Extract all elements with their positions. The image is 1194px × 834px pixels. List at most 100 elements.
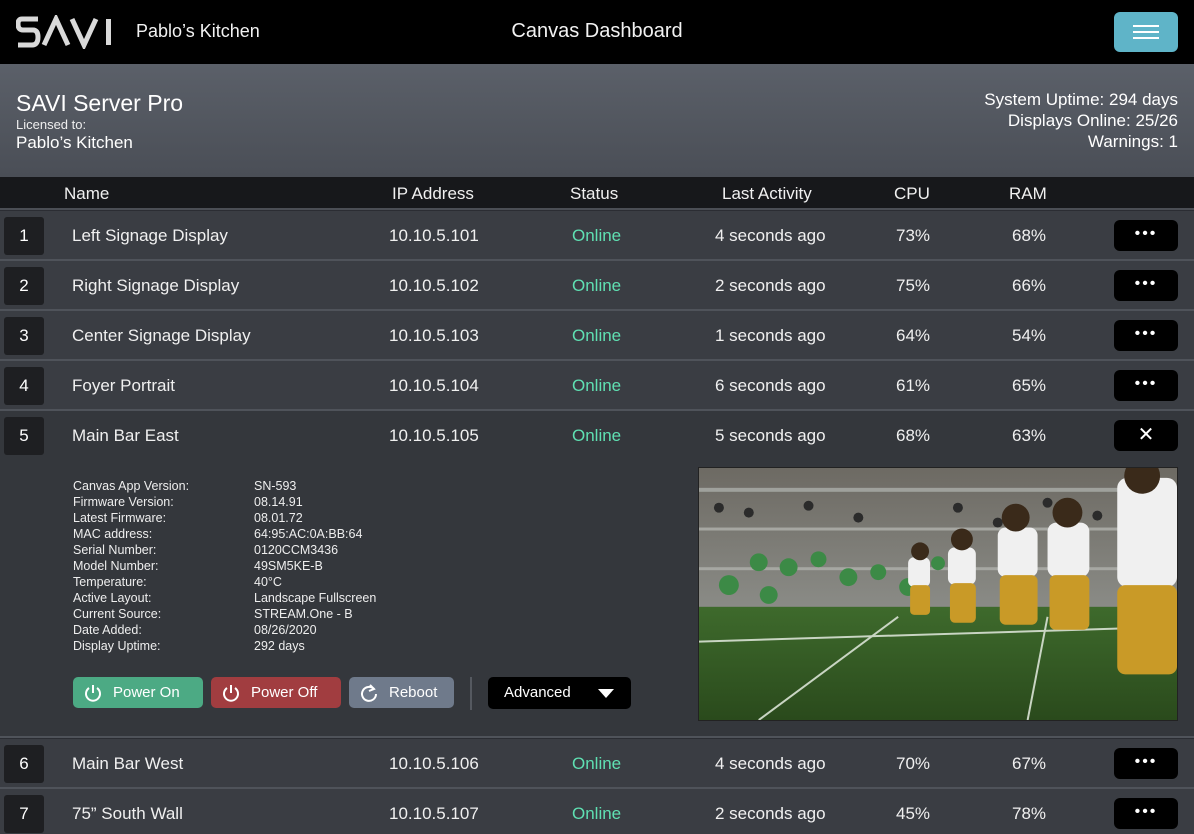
cpu-usage: 75%	[896, 276, 931, 295]
detail-label: Firmware Version:	[73, 495, 174, 509]
ip-address: 10.10.5.106	[389, 754, 479, 773]
detail-label: Date Added:	[73, 623, 142, 637]
ram-usage: 54%	[1012, 326, 1047, 345]
power-off-button[interactable]: Power Off	[211, 677, 341, 708]
more-options-button[interactable]: •••	[1114, 220, 1178, 251]
more-options-button[interactable]: •••	[1114, 748, 1178, 779]
hamburger-icon-line	[1133, 37, 1159, 39]
advanced-dropdown[interactable]: Advanced	[488, 677, 631, 709]
detail-label: Display Uptime:	[73, 639, 161, 653]
ip-address: 10.10.5.102	[389, 276, 479, 295]
row-number: 7	[4, 795, 44, 833]
cpu-usage: 70%	[896, 754, 931, 773]
power-on-label: Power On	[113, 684, 180, 701]
system-stats: System Uptime: 294 days Displays Online:…	[984, 89, 1178, 152]
warnings-count: Warnings: 1	[1087, 132, 1178, 151]
server-summary: SAVI Server Pro Licensed to: Pablo’s Kit…	[0, 64, 1194, 177]
advanced-label: Advanced	[504, 684, 571, 701]
last-activity: 4 seconds ago	[715, 754, 826, 773]
detail-label: MAC address:	[73, 527, 153, 541]
page-title: Canvas Dashboard	[511, 20, 683, 42]
table-row[interactable]: 3 Center Signage Display 10.10.5.103 Onl…	[0, 311, 1194, 361]
ip-address: 10.10.5.103	[389, 326, 479, 345]
status-text: Online	[572, 754, 622, 773]
ram-usage: 67%	[1012, 754, 1047, 773]
cpu-usage: 64%	[896, 326, 931, 345]
detail-label: Model Number:	[73, 559, 159, 573]
ip-address: 10.10.5.104	[389, 376, 479, 395]
displays-online: Displays Online: 25/26	[1007, 111, 1178, 130]
ram-usage: 78%	[1012, 804, 1047, 823]
details-labels: Canvas App Version: Firmware Version: La…	[73, 478, 189, 654]
reboot-icon	[361, 684, 377, 702]
display-name: Right Signage Display	[72, 276, 240, 295]
status-text: Online	[572, 376, 622, 395]
detail-label: Temperature:	[73, 575, 147, 589]
more-options-button[interactable]: •••	[1114, 798, 1178, 829]
display-name: Foyer Portrait	[72, 376, 175, 395]
row-number: 2	[4, 267, 44, 305]
column-header-status[interactable]: Status	[570, 184, 618, 204]
cpu-usage: 61%	[896, 376, 931, 395]
detail-label: Active Layout:	[73, 591, 152, 605]
table-row[interactable]: 4 Foyer Portrait 10.10.5.104 Online 6 se…	[0, 361, 1194, 411]
hamburger-icon-line	[1133, 31, 1159, 33]
last-activity: 5 seconds ago	[715, 426, 826, 445]
ram-usage: 65%	[1012, 376, 1047, 395]
detail-value: SN-593	[254, 479, 297, 493]
ip-address: 10.10.5.105	[389, 426, 479, 445]
display-preview-image	[698, 467, 1178, 721]
display-name: 75” South Wall	[72, 804, 183, 823]
last-activity: 1 seconds ago	[715, 326, 826, 345]
more-options-button[interactable]: •••	[1114, 270, 1178, 301]
system-uptime: System Uptime: 294 days	[984, 90, 1178, 109]
table-row[interactable]: 1 Left Signage Display 10.10.5.101 Onlin…	[0, 211, 1194, 261]
display-details-panel: Canvas App Version: Firmware Version: La…	[0, 460, 1194, 738]
column-header-cpu[interactable]: CPU	[894, 184, 930, 204]
detail-label: Serial Number:	[73, 543, 157, 557]
last-activity: 2 seconds ago	[715, 276, 826, 295]
reboot-label: Reboot	[389, 684, 438, 701]
table-row[interactable]: 7 75” South Wall 10.10.5.107 Online 2 se…	[0, 789, 1194, 834]
ip-address: 10.10.5.101	[389, 226, 479, 245]
column-header-ram[interactable]: RAM	[1009, 184, 1047, 204]
table-row-expanded[interactable]: 5 Main Bar East 10.10.5.105 Online 5 sec…	[0, 411, 1194, 461]
column-header-ip[interactable]: IP Address	[392, 184, 474, 204]
power-off-label: Power Off	[251, 684, 318, 701]
column-header-last-activity[interactable]: Last Activity	[722, 184, 812, 204]
display-name: Left Signage Display	[72, 226, 228, 245]
detail-value: STREAM.One - B	[254, 607, 353, 621]
menu-button[interactable]	[1114, 12, 1178, 52]
server-name: SAVI Server Pro	[16, 90, 184, 116]
row-number: 5	[4, 417, 44, 455]
more-options-button[interactable]: •••	[1114, 320, 1178, 351]
column-header-name[interactable]: Name	[64, 184, 109, 204]
power-on-button[interactable]: Power On	[73, 677, 203, 708]
row-number: 6	[4, 745, 44, 783]
detail-value: 08.01.72	[254, 511, 303, 525]
detail-value: 0120CCM3436	[254, 543, 339, 557]
cpu-usage: 45%	[896, 804, 931, 823]
last-activity: 4 seconds ago	[715, 226, 826, 245]
close-icon[interactable]: ✕	[1114, 420, 1178, 451]
detail-value: 49SM5KE-B	[254, 559, 323, 573]
ram-usage: 68%	[1012, 226, 1047, 245]
detail-value: 08.14.91	[254, 495, 303, 509]
table-row[interactable]: 6 Main Bar West 10.10.5.106 Online 4 sec…	[0, 739, 1194, 789]
more-options-button[interactable]: •••	[1114, 370, 1178, 401]
ram-usage: 66%	[1012, 276, 1047, 295]
table-row[interactable]: 2 Right Signage Display 10.10.5.102 Onli…	[0, 261, 1194, 311]
row-number: 4	[4, 367, 44, 405]
display-name: Main Bar West	[72, 754, 184, 773]
row-number: 3	[4, 317, 44, 355]
last-activity: 2 seconds ago	[715, 804, 826, 823]
ip-address: 10.10.5.107	[389, 804, 479, 823]
status-text: Online	[572, 804, 622, 823]
top-bar: Pablo’s Kitchen Canvas Dashboard	[0, 0, 1194, 64]
reboot-button[interactable]: Reboot	[349, 677, 454, 708]
hamburger-icon	[1133, 25, 1159, 27]
details-values: SN-593 08.14.91 08.01.72 64:95:AC:0A:BB:…	[254, 478, 376, 654]
status-text: Online	[572, 226, 622, 245]
status-text: Online	[572, 276, 622, 295]
cpu-usage: 68%	[896, 426, 931, 445]
